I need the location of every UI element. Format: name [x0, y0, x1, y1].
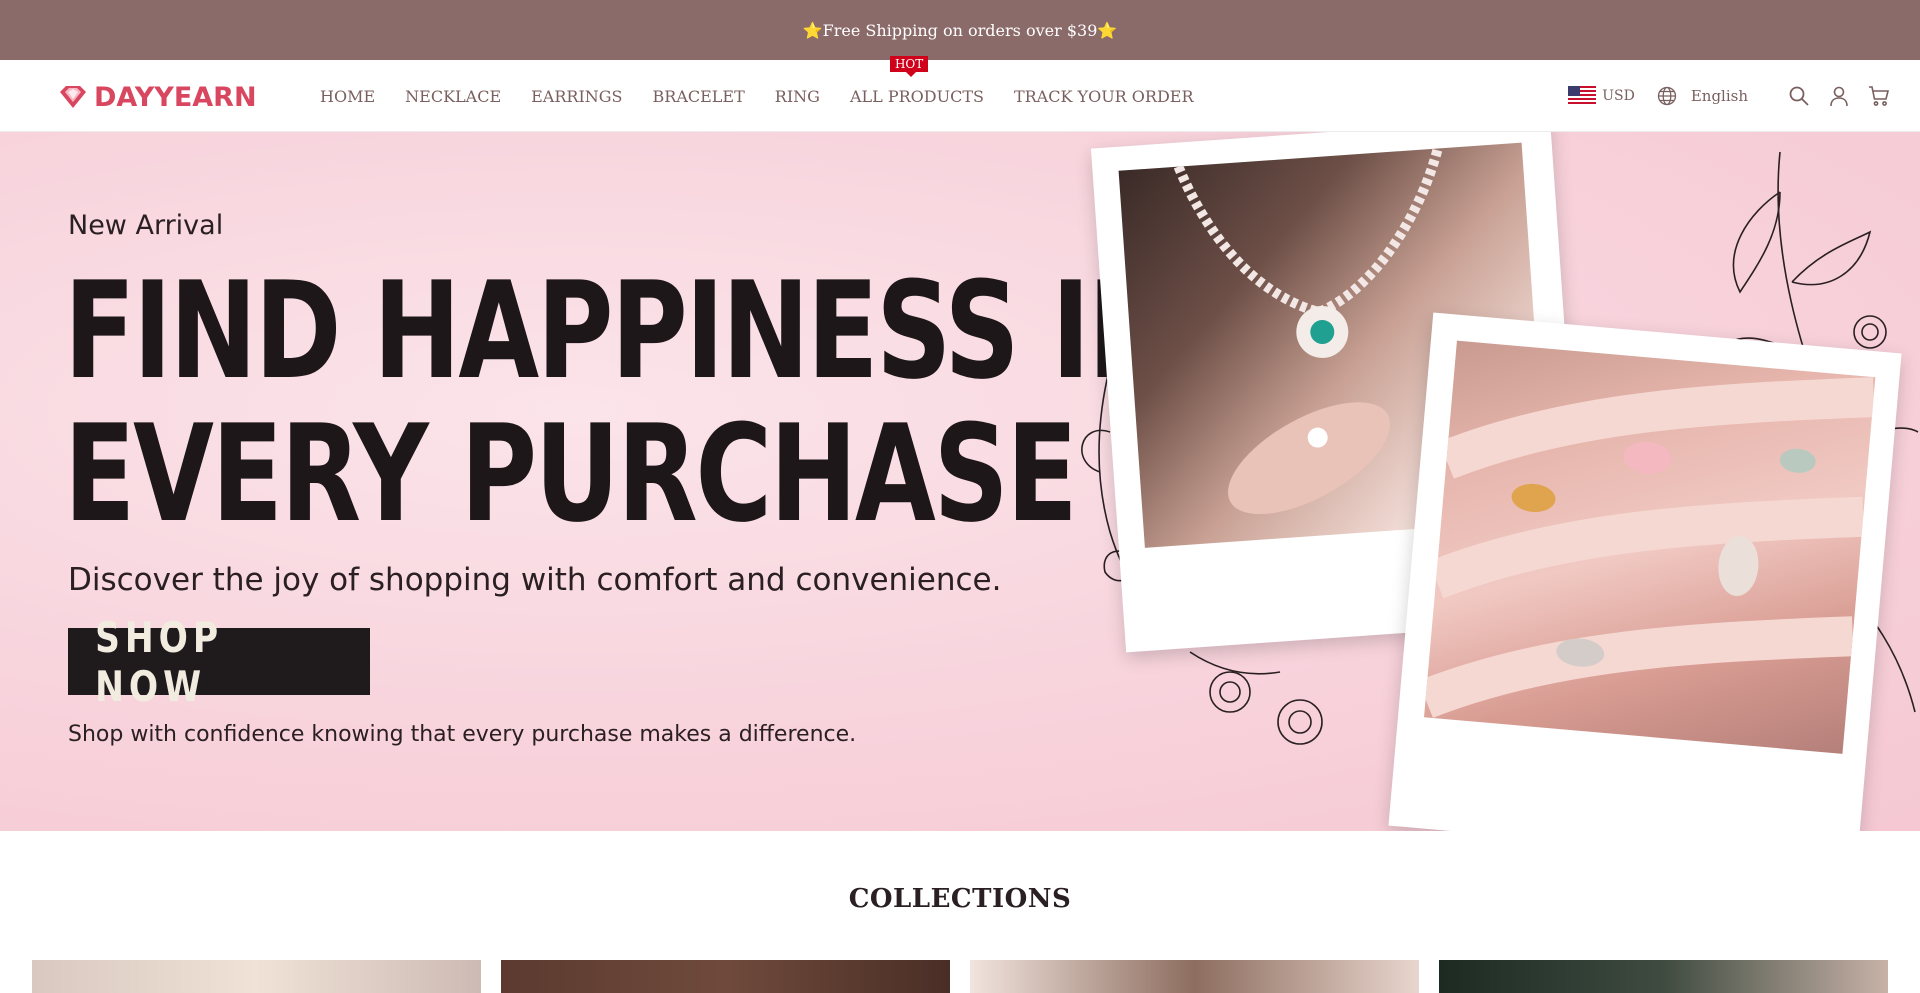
collections-heading: COLLECTIONS [848, 884, 1072, 914]
language-label: English [1690, 87, 1748, 105]
collection-card[interactable] [32, 960, 481, 993]
header-actions: USD English [1568, 60, 1890, 132]
announcement-bar: ⭐Free Shipping on orders over $39⭐ [0, 0, 1920, 60]
language-selector[interactable]: English [1657, 86, 1748, 106]
nav-home[interactable]: HOME [320, 87, 375, 106]
nav-earrings[interactable]: EARRINGS [531, 87, 622, 106]
nav-all-products-label: ALL PRODUCTS [849, 86, 984, 106]
diamond-logo-icon [60, 86, 86, 108]
hero-title-line-1: FIND HAPPINESS IN [64, 253, 1175, 409]
announcement-text: ⭐Free Shipping on orders over $39⭐ [802, 20, 1118, 40]
currency-label: USD [1602, 88, 1635, 104]
hero-title-line-2: EVERY PURCHASE [64, 396, 1078, 552]
collection-card[interactable] [970, 960, 1419, 993]
hero-eyebrow: New Arrival [68, 210, 224, 241]
account-icon[interactable] [1828, 85, 1850, 107]
polaroid-rings-photo [1388, 312, 1902, 831]
nav-necklace[interactable]: NECKLACE [405, 87, 501, 106]
collection-card[interactable] [501, 960, 950, 993]
rings-display-image [1424, 340, 1876, 754]
shop-now-button[interactable]: SHOP NOW [68, 613, 370, 711]
hero-banner[interactable]: New Arrival FIND HAPPINESS IN EVERY PURC… [0, 132, 1920, 831]
logo[interactable]: DAYYEARN [56, 81, 257, 113]
collection-card[interactable] [1439, 960, 1888, 993]
cart-icon[interactable] [1868, 85, 1890, 107]
nav-ring[interactable]: RING [775, 87, 820, 106]
main-nav: HOME NECKLACE EARRINGS BRACELET RING ALL… [320, 55, 1224, 132]
logo-text: DAYYEARN [94, 81, 257, 113]
nav-track-order[interactable]: TRACK YOUR ORDER [1014, 87, 1194, 106]
shop-now-label: SHOP NOW [95, 612, 224, 711]
hero-title: FIND HAPPINESS IN EVERY PURCHASE [64, 253, 1175, 552]
globe-icon [1657, 86, 1676, 106]
site-header: DAYYEARN HOME NECKLACE EARRINGS BRACELET… [0, 55, 1920, 132]
search-icon[interactable] [1788, 85, 1810, 107]
hero-note: Shop with confidence knowing that every … [68, 722, 857, 747]
nav-all-products[interactable]: ALL PRODUCTS HOT [849, 55, 984, 106]
hot-badge: HOT [889, 55, 929, 77]
currency-selector[interactable]: USD [1568, 86, 1635, 106]
us-flag-icon [1568, 86, 1597, 106]
nav-bracelet[interactable]: BRACELET [653, 87, 745, 106]
hero-description: Discover the joy of shopping with comfor… [68, 562, 1002, 598]
